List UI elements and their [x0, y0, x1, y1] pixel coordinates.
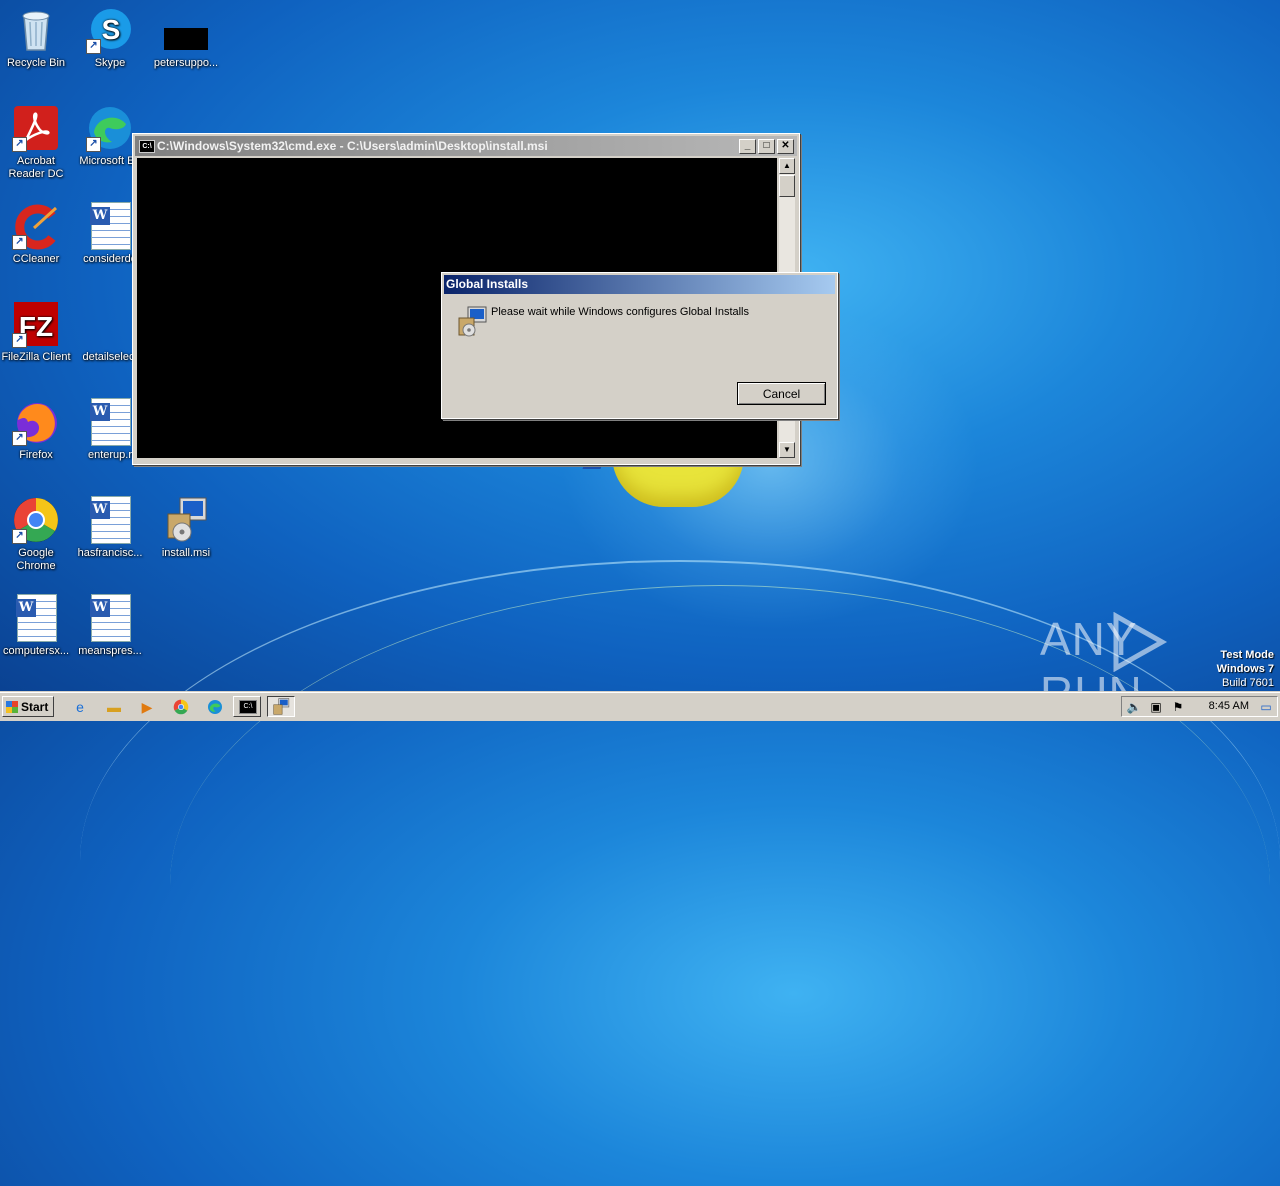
shortcut-arrow-icon: ↗ — [12, 333, 27, 348]
show-desktop-icon[interactable]: ▭ — [1258, 699, 1274, 715]
cmd-title-text: C:\Windows\System32\cmd.exe - C:\Users\a… — [157, 139, 548, 153]
desktop-icon-label: computersx... — [2, 645, 70, 657]
word-document-icon: W — [86, 202, 134, 250]
blank-file-icon — [162, 6, 210, 54]
windows-logo-icon — [6, 701, 18, 713]
desktop-icon-computersx[interactable]: W computersx... — [0, 594, 74, 658]
cmd-taskbar-icon: C:\ — [239, 700, 257, 714]
start-label: Start — [21, 700, 49, 714]
chrome-icon: ↗ — [12, 496, 60, 544]
media-player-icon[interactable]: ▶ — [137, 697, 157, 717]
start-button[interactable]: Start — [2, 696, 54, 717]
acrobat-icon: ↗ — [12, 104, 60, 152]
installer-dialog[interactable]: Global Installs Please wait while Window… — [441, 272, 838, 419]
ie-icon[interactable]: e — [70, 697, 90, 717]
desktop-icon-install-msi[interactable]: install.msi — [148, 496, 224, 560]
desktop-icon-meanspres[interactable]: W meanspres... — [72, 594, 148, 658]
desktop-icon-label: petersuppo... — [153, 57, 219, 69]
desktop-icon-skype[interactable]: S ↗ Skype — [72, 6, 148, 70]
clock[interactable]: 8:45 AM — [1209, 697, 1249, 716]
desktop-icon-label: Skype — [94, 57, 126, 69]
skype-icon: S ↗ — [86, 6, 134, 54]
shortcut-arrow-icon: ↗ — [86, 137, 101, 152]
desktop-icon-label: FileZilla Client — [1, 351, 71, 363]
desktop-icon-petersupport[interactable]: petersuppo... — [148, 6, 224, 70]
desktop-icon-label: Google Chrome — [16, 547, 56, 572]
scroll-up-button[interactable]: ▲ — [779, 158, 795, 174]
desktop-icon-firefox[interactable]: ↗ Firefox — [0, 398, 74, 462]
taskbar-cmd-button[interactable]: C:\ — [233, 696, 261, 717]
play-logo-icon — [1113, 612, 1168, 672]
network-icon[interactable]: ▣ — [1148, 699, 1164, 715]
taskbar: Start e ▬ ▶ C:\ 🔈 ▣ ⚑ 8:45 AM ▭ — [0, 692, 1280, 721]
ccleaner-icon: ↗ — [12, 202, 60, 250]
shortcut-arrow-icon: ↗ — [12, 137, 27, 152]
desktop-icon-hasfrancisc[interactable]: W hasfrancisc... — [72, 496, 148, 560]
edge-icon: ↗ — [86, 104, 134, 152]
desktop-icon-ccleaner[interactable]: ↗ CCleaner — [0, 202, 74, 266]
cmd-titlebar[interactable]: C:\ C:\Windows\System32\cmd.exe - C:\Use… — [135, 136, 797, 156]
dialog-title[interactable]: Global Installs — [444, 275, 835, 294]
close-button[interactable]: ✕ — [777, 139, 794, 154]
build-line: Build 7601 — [1222, 677, 1274, 689]
shortcut-arrow-icon: ↗ — [12, 431, 27, 446]
cmd-icon: C:\ — [139, 140, 155, 153]
shortcut-arrow-icon: ↗ — [12, 235, 27, 250]
test-mode-line: Test Mode — [1220, 649, 1274, 661]
desktop-icon-label: Firefox — [19, 449, 53, 461]
desktop-icon-label: Recycle Bin — [6, 57, 66, 69]
word-document-icon: W — [86, 594, 134, 642]
blank-file-icon — [86, 300, 134, 348]
edge-taskbar-icon[interactable] — [205, 697, 225, 717]
desktop-icon-filezilla[interactable]: FZ ↗ FileZilla Client — [0, 300, 74, 364]
test-mode-notice: Test Mode Windows 7 Build 7601 — [1217, 648, 1274, 690]
desktop-icon-label: Acrobat Reader DC — [8, 155, 64, 180]
installer-package-icon — [162, 496, 210, 544]
filezilla-icon: FZ ↗ — [12, 300, 60, 348]
folder-icon[interactable]: ▬ — [104, 697, 124, 717]
desktop-icon-chrome[interactable]: ↗ Google Chrome — [0, 496, 74, 573]
firefox-icon: ↗ — [12, 398, 60, 446]
desktop-icon-acrobat[interactable]: ↗ Acrobat Reader DC — [0, 104, 74, 181]
svg-text:S: S — [102, 14, 121, 45]
recycle-bin-icon — [12, 6, 60, 54]
desktop-icon-label: CCleaner — [12, 253, 60, 265]
installer-taskbar-icon — [273, 698, 290, 715]
system-tray: 🔈 ▣ ⚑ 8:45 AM ▭ — [1121, 696, 1278, 717]
desktop-icon-label: install.msi — [161, 547, 211, 559]
os-version-line: Windows 7 — [1216, 663, 1274, 675]
shortcut-arrow-icon: ↗ — [12, 529, 27, 544]
dialog-message: Please wait while Windows configures Glo… — [491, 306, 750, 318]
scroll-thumb[interactable] — [779, 175, 795, 197]
cancel-button[interactable]: Cancel — [737, 382, 826, 405]
desktop-icon-label: hasfrancisc... — [77, 547, 143, 559]
desktop-icon-label: meanspres... — [78, 645, 142, 657]
minimize-button[interactable]: _ — [739, 139, 756, 154]
scroll-down-button[interactable]: ▼ — [779, 442, 795, 458]
volume-icon[interactable]: 🔈 — [1126, 699, 1142, 715]
taskbar-installer-button[interactable] — [267, 696, 295, 717]
shortcut-arrow-icon: ↗ — [86, 39, 101, 54]
action-center-flag-icon[interactable]: ⚑ — [1170, 699, 1186, 715]
installer-icon — [456, 306, 488, 338]
word-document-icon: W — [86, 496, 134, 544]
maximize-button[interactable]: □ — [758, 139, 775, 154]
desktop-icon-recycle-bin[interactable]: Recycle Bin — [0, 6, 74, 70]
word-document-icon: W — [86, 398, 134, 446]
word-document-icon: W — [12, 594, 60, 642]
chrome-taskbar-icon[interactable] — [171, 697, 191, 717]
